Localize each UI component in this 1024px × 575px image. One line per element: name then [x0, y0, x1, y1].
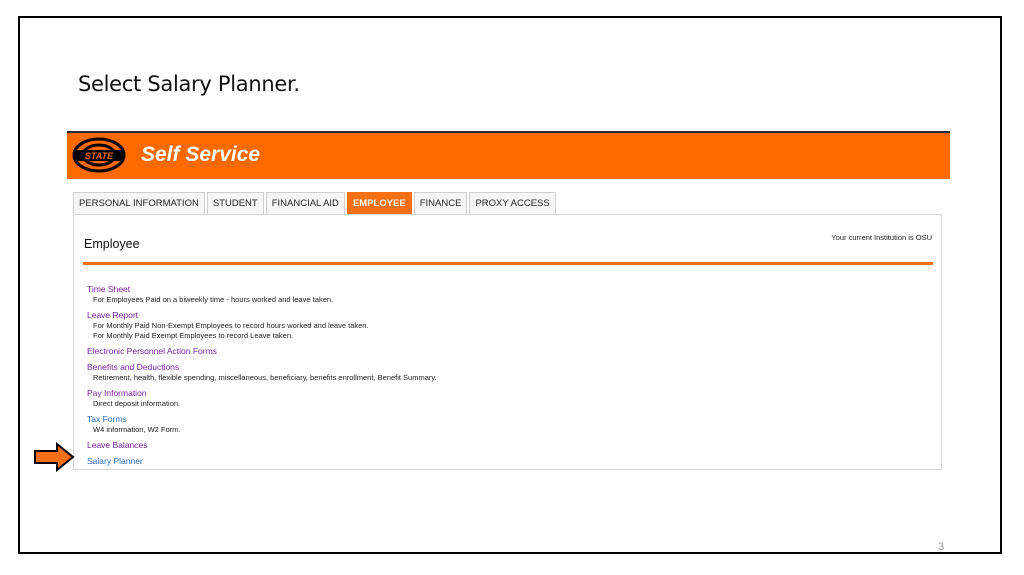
tab-student[interactable]: STUDENT	[206, 192, 264, 214]
time-sheet-description: For Employees Paid on a biweekly time - …	[93, 295, 334, 304]
page-number: 3	[938, 541, 945, 553]
tab-finance[interactable]: FINANCE	[413, 192, 468, 214]
leave-report-description: For Monthly Paid Non-Exempt Employees to…	[93, 321, 369, 330]
leave-report-link[interactable]: Leave Report	[87, 310, 437, 321]
institution-note: Your current Institution is OSU	[831, 233, 932, 242]
svg-text:STATE: STATE	[85, 151, 114, 161]
osu-state-logo-icon[interactable]: STATE	[72, 136, 126, 174]
right-arrow-icon	[34, 442, 75, 472]
tax-forms-link[interactable]: Tax Forms	[87, 414, 437, 425]
salary-planner-link[interactable]: Salary Planner	[87, 456, 437, 467]
tab-proxy-access[interactable]: PROXY ACCESS	[469, 192, 556, 214]
benefits-deductions-link[interactable]: Benefits and Deductions	[87, 362, 437, 373]
pay-information-link[interactable]: Pay Information	[87, 388, 437, 399]
slide-title: Select Salary Planner.	[78, 72, 300, 96]
self-service-banner: STATE Self Service	[67, 131, 950, 179]
page-title: Employee	[84, 237, 140, 251]
employee-panel: Employee Your current Institution is OSU…	[73, 214, 942, 470]
divider	[83, 262, 933, 265]
tab-employee[interactable]: EMPLOYEE	[346, 192, 412, 214]
pay-information-description: Direct deposit information.	[93, 399, 181, 408]
epaf-link[interactable]: Electronic Personnel Action Forms	[87, 346, 437, 357]
time-sheet-link[interactable]: Time Sheet	[87, 284, 437, 295]
leave-balances-link[interactable]: Leave Balances	[87, 440, 437, 451]
benefits-description: Retirement, health, flexible spending, m…	[93, 373, 437, 382]
tab-financial-aid[interactable]: FINANCIAL AID	[265, 192, 345, 214]
leave-report-description-exempt: For Monthly Paid Exempt Employees to rec…	[93, 331, 294, 340]
tab-personal-information[interactable]: PERSONAL INFORMATION	[73, 192, 205, 214]
banner-title: Self Service	[141, 143, 261, 166]
employee-menu: Time Sheet For Employees Paid on a biwee…	[87, 284, 437, 467]
main-tabs: PERSONAL INFORMATION STUDENT FINANCIAL A…	[73, 192, 558, 214]
tax-forms-description: W4 information, W2 Form.	[93, 425, 181, 434]
